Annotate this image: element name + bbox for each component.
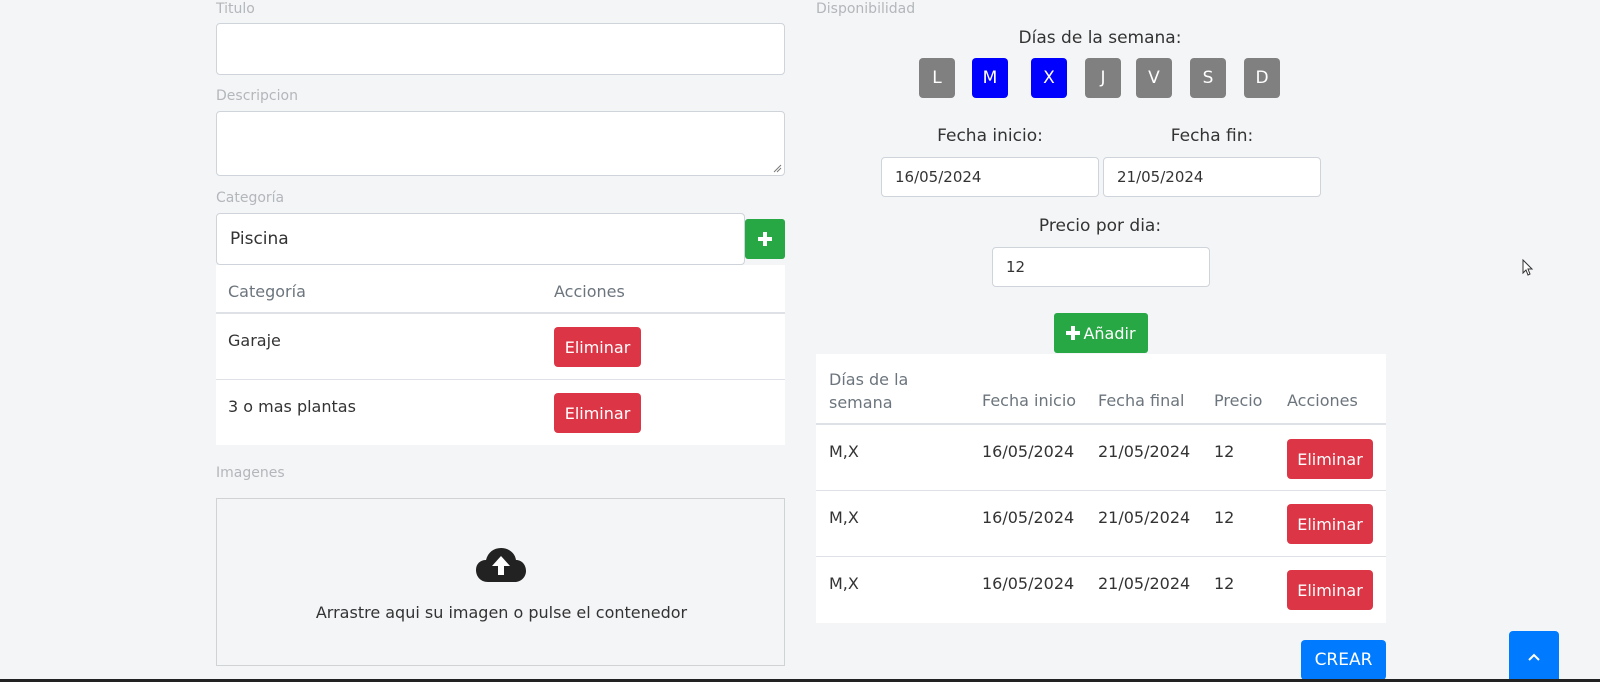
categoria-select[interactable]: Piscina	[216, 213, 745, 265]
eliminar-disponibilidad-button[interactable]: Eliminar	[1287, 570, 1373, 610]
imagenes-label: Imagenes	[216, 465, 285, 481]
disp-row-inicio: 16/05/2024	[982, 442, 1075, 461]
plus-icon	[1066, 326, 1081, 340]
precio-label: Precio por dia:	[1038, 216, 1162, 236]
eliminar-categoria-button[interactable]: Eliminar	[554, 327, 641, 367]
plus-icon	[758, 232, 772, 246]
disp-row-dias: M,X	[829, 508, 859, 527]
categoria-value: Piscina	[230, 229, 289, 249]
fecha-fin-input[interactable]: 21/05/2024	[1103, 157, 1321, 197]
anadir-button[interactable]: Añadir	[1054, 313, 1148, 353]
fecha-inicio-value: 16/05/2024	[895, 168, 982, 186]
day-toggle-v[interactable]: V	[1136, 58, 1172, 98]
dropzone-text: Arrastre aqui su imagen o pulse el conte…	[315, 603, 688, 622]
descripcion-textarea[interactable]	[216, 111, 785, 176]
crear-button[interactable]: CREAR	[1301, 640, 1386, 680]
disponibilidad-label: Disponibilidad	[816, 1, 916, 17]
divider	[216, 379, 785, 380]
disp-header-fecha-final: Fecha final	[1098, 391, 1185, 410]
resize-handle-icon[interactable]	[772, 163, 782, 173]
disp-row-dias: M,X	[829, 442, 859, 461]
day-toggle-l[interactable]: L	[919, 58, 955, 98]
day-toggle-j[interactable]: J	[1085, 58, 1121, 98]
descripcion-label: Descripcion	[216, 88, 298, 104]
eliminar-disponibilidad-button[interactable]: Eliminar	[1287, 439, 1373, 479]
precio-input[interactable]: 12	[992, 247, 1210, 287]
anadir-label: Añadir	[1083, 323, 1136, 343]
day-toggle-s[interactable]: S	[1190, 58, 1226, 98]
disp-row-final: 21/05/2024	[1098, 574, 1191, 593]
dias-semana-label: Días de la semana:	[1018, 28, 1182, 48]
fecha-inicio-input[interactable]: 16/05/2024	[881, 157, 1099, 197]
precio-value: 12	[1006, 258, 1026, 276]
divider	[816, 423, 1386, 425]
disp-header-dias: Días de la semana	[829, 370, 909, 412]
disp-row-inicio: 16/05/2024	[982, 574, 1075, 593]
scroll-top-button[interactable]	[1509, 631, 1559, 682]
titulo-value	[217, 24, 784, 74]
disp-row-precio: 12	[1214, 574, 1235, 593]
disp-row-precio: 12	[1214, 508, 1235, 527]
day-toggle-x[interactable]: X	[1031, 58, 1067, 98]
cloud-upload-icon	[476, 548, 526, 582]
cat-row-name: 3 o mas plantas	[228, 397, 356, 416]
titulo-label: Titulo	[216, 1, 255, 17]
day-toggle-m[interactable]: M	[972, 58, 1008, 98]
disp-header-acciones: Acciones	[1287, 391, 1358, 410]
categoria-table: Categoría Acciones Garaje Eliminar 3 o m…	[216, 265, 785, 445]
disp-row-dias: M,X	[829, 574, 859, 593]
divider	[816, 490, 1386, 491]
day-toggle-d[interactable]: D	[1244, 58, 1280, 98]
cat-row-name: Garaje	[228, 331, 281, 350]
descripcion-value	[217, 112, 784, 175]
disponibilidad-table: Días de la semana Fecha inicio Fecha fin…	[816, 354, 1386, 623]
chevron-up-icon	[1528, 653, 1540, 661]
fecha-fin-value: 21/05/2024	[1117, 168, 1204, 186]
image-dropzone[interactable]: Arrastre aqui su imagen o pulse el conte…	[216, 498, 785, 666]
disp-row-precio: 12	[1214, 442, 1235, 461]
cat-header-categoria: Categoría	[228, 282, 306, 301]
add-categoria-button[interactable]	[745, 219, 785, 259]
mouse-cursor-icon	[1522, 259, 1534, 276]
disp-row-final: 21/05/2024	[1098, 442, 1191, 461]
cat-header-acciones: Acciones	[554, 282, 625, 301]
disp-header-precio: Precio	[1214, 391, 1263, 410]
fecha-fin-label: Fecha fin:	[1170, 126, 1254, 146]
divider	[816, 556, 1386, 557]
fecha-inicio-label: Fecha inicio:	[937, 126, 1043, 146]
disp-header-fecha-inicio: Fecha inicio	[982, 391, 1077, 410]
categoria-label: Categoría	[216, 190, 285, 206]
disp-row-inicio: 16/05/2024	[982, 508, 1075, 527]
eliminar-categoria-button[interactable]: Eliminar	[554, 393, 641, 433]
disp-row-final: 21/05/2024	[1098, 508, 1191, 527]
eliminar-disponibilidad-button[interactable]: Eliminar	[1287, 504, 1373, 544]
titulo-input[interactable]	[216, 23, 785, 75]
divider	[216, 312, 785, 314]
